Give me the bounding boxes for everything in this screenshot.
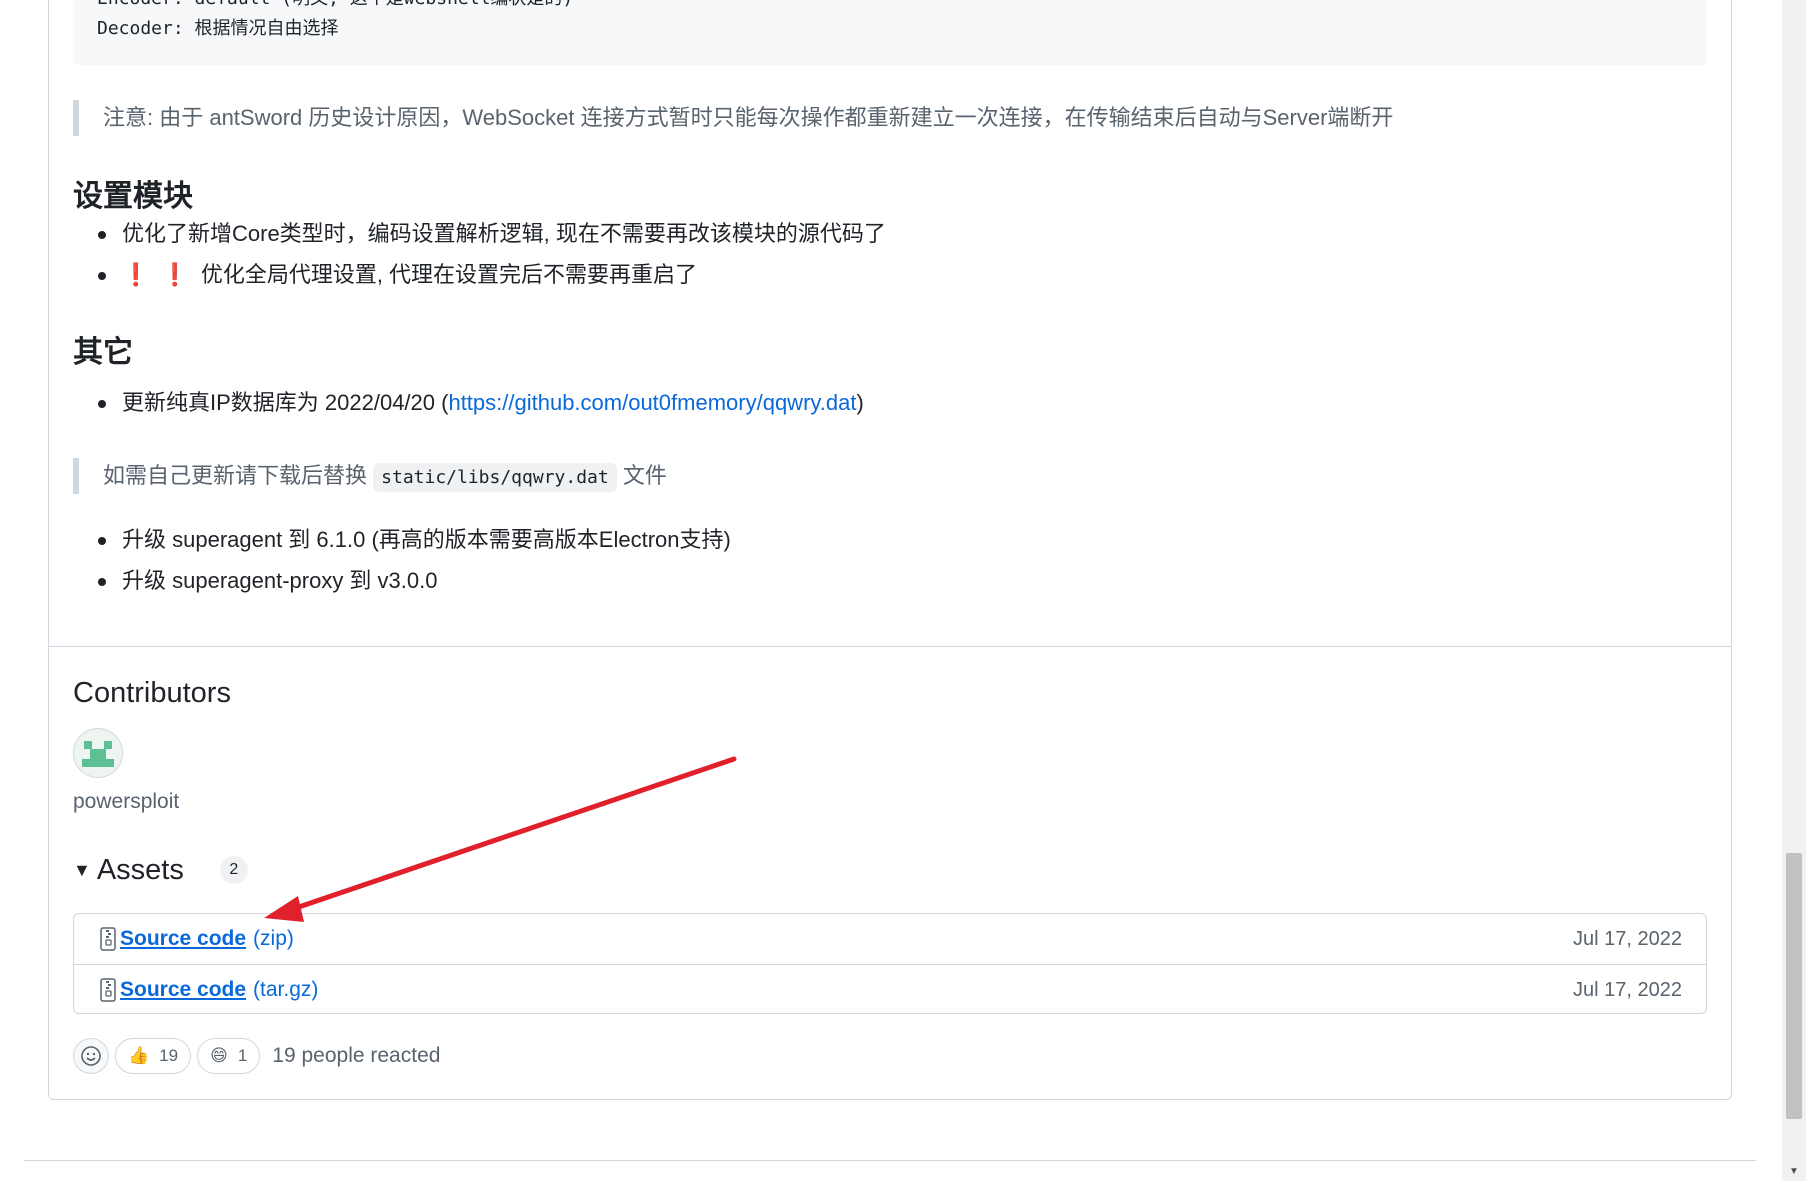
add-reaction-button[interactable]	[73, 1038, 109, 1074]
update-note-prefix: 如需自己更新请下载后替换	[103, 463, 368, 488]
footer-divider	[24, 1160, 1756, 1161]
reactions-bar: 👍 19 😄 1 19 people reacted	[73, 1038, 440, 1074]
assets-count-badge: 2	[219, 856, 248, 884]
assets-toggle[interactable]: ▼ Assets 2	[73, 852, 248, 888]
qqwry-path-code: static/libs/qqwry.dat	[373, 463, 617, 492]
asset-row: Source code (tar.gz) Jul 17, 2022	[74, 964, 1706, 1015]
update-note: 如需自己更新请下载后替换 static/libs/qqwry.dat 文件	[73, 458, 667, 494]
smiley-icon	[81, 1046, 101, 1066]
other-item-3-text: 升级 superagent-proxy 到 v3.0.0	[122, 568, 438, 593]
update-note-suffix: 文件	[622, 463, 667, 488]
other-heading: 其它	[73, 336, 133, 369]
asset-link-targz[interactable]: Source code	[120, 978, 246, 1002]
qqwry-link[interactable]: https://github.com/out0fmemory/qqwry.dat	[448, 390, 856, 415]
code-block: Encoder: default (明文, 这个是webshell编状是的) D…	[73, 0, 1707, 65]
asset-date: Jul 17, 2022	[1573, 927, 1682, 950]
settings-item-1: 优化了新增Core类型时，编码设置解析逻辑, 现在不需要再改该模块的源代码了	[98, 219, 886, 249]
thumbs-up-icon: 👍	[128, 1046, 150, 1065]
identicon-icon	[82, 741, 114, 767]
asset-row: Source code (zip) Jul 17, 2022	[74, 914, 1706, 964]
settings-item-1-text: 优化了新增Core类型时，编码设置解析逻辑, 现在不需要再改该模块的源代码了	[122, 221, 886, 246]
asset-date: Jul 17, 2022	[1573, 978, 1682, 1001]
code-line-1: Encoder: default (明文, 这个是webshell编状是的)	[97, 0, 573, 10]
other-item-1-suffix: )	[856, 390, 864, 415]
laugh-reaction[interactable]: 😄 1	[197, 1038, 261, 1074]
exclamation-icon: ❗	[122, 262, 150, 287]
file-zip-icon	[100, 927, 116, 951]
asset-link-zip[interactable]: Source code	[120, 927, 246, 951]
contributors-heading: Contributors	[73, 677, 231, 709]
other-item-1: 更新纯真IP数据库为 2022/04/20 (https://github.co…	[98, 388, 864, 418]
settings-item-2-text: 优化全局代理设置, 代理在设置完后不需要再重启了	[200, 262, 698, 287]
settings-item-2: ❗ ❗ 优化全局代理设置, 代理在设置完后不需要再重启了	[98, 260, 697, 290]
assets-heading: Assets	[96, 854, 184, 886]
file-zip-icon	[100, 978, 116, 1002]
laugh-count: 1	[237, 1046, 248, 1065]
other-item-3: 升级 superagent-proxy 到 v3.0.0	[98, 566, 437, 596]
triangle-down-icon: ▼	[73, 860, 91, 880]
scrollbar-thumb[interactable]	[1786, 853, 1802, 1119]
avatar[interactable]	[73, 728, 123, 778]
assets-list: Source code (zip) Jul 17, 2022 Source co…	[73, 913, 1707, 1014]
other-item-2: 升级 superagent 到 6.1.0 (再高的版本需要高版本Electro…	[98, 525, 731, 555]
section-divider	[49, 646, 1731, 647]
reactions-summary: 19 people reacted	[272, 1044, 441, 1067]
contributor-name[interactable]: powersploit	[73, 790, 179, 814]
code-line-2: Decoder: 根据情况自由选择	[97, 18, 339, 39]
vertical-scrollbar[interactable]: ▼	[1782, 0, 1806, 1181]
asset-ext-targz[interactable]: (tar.gz)	[253, 978, 318, 1002]
other-item-2-text: 升级 superagent 到 6.1.0 (再高的版本需要高版本Electro…	[122, 527, 731, 552]
asset-ext-zip[interactable]: (zip)	[253, 927, 294, 951]
thumbs-up-reaction[interactable]: 👍 19	[115, 1038, 192, 1074]
other-item-1-prefix: 更新纯真IP数据库为 2022/04/20 (	[122, 390, 449, 415]
websocket-note: 注意: 由于 antSword 历史设计原因，WebSocket 连接方式暂时只…	[73, 100, 1393, 136]
thumbs-up-count: 19	[159, 1046, 179, 1065]
settings-heading: 设置模块	[73, 180, 193, 213]
laugh-icon: 😄	[210, 1046, 228, 1065]
exclamation-icon: ❗	[161, 262, 189, 287]
scroll-down-arrow-icon[interactable]: ▼	[1782, 1161, 1806, 1181]
